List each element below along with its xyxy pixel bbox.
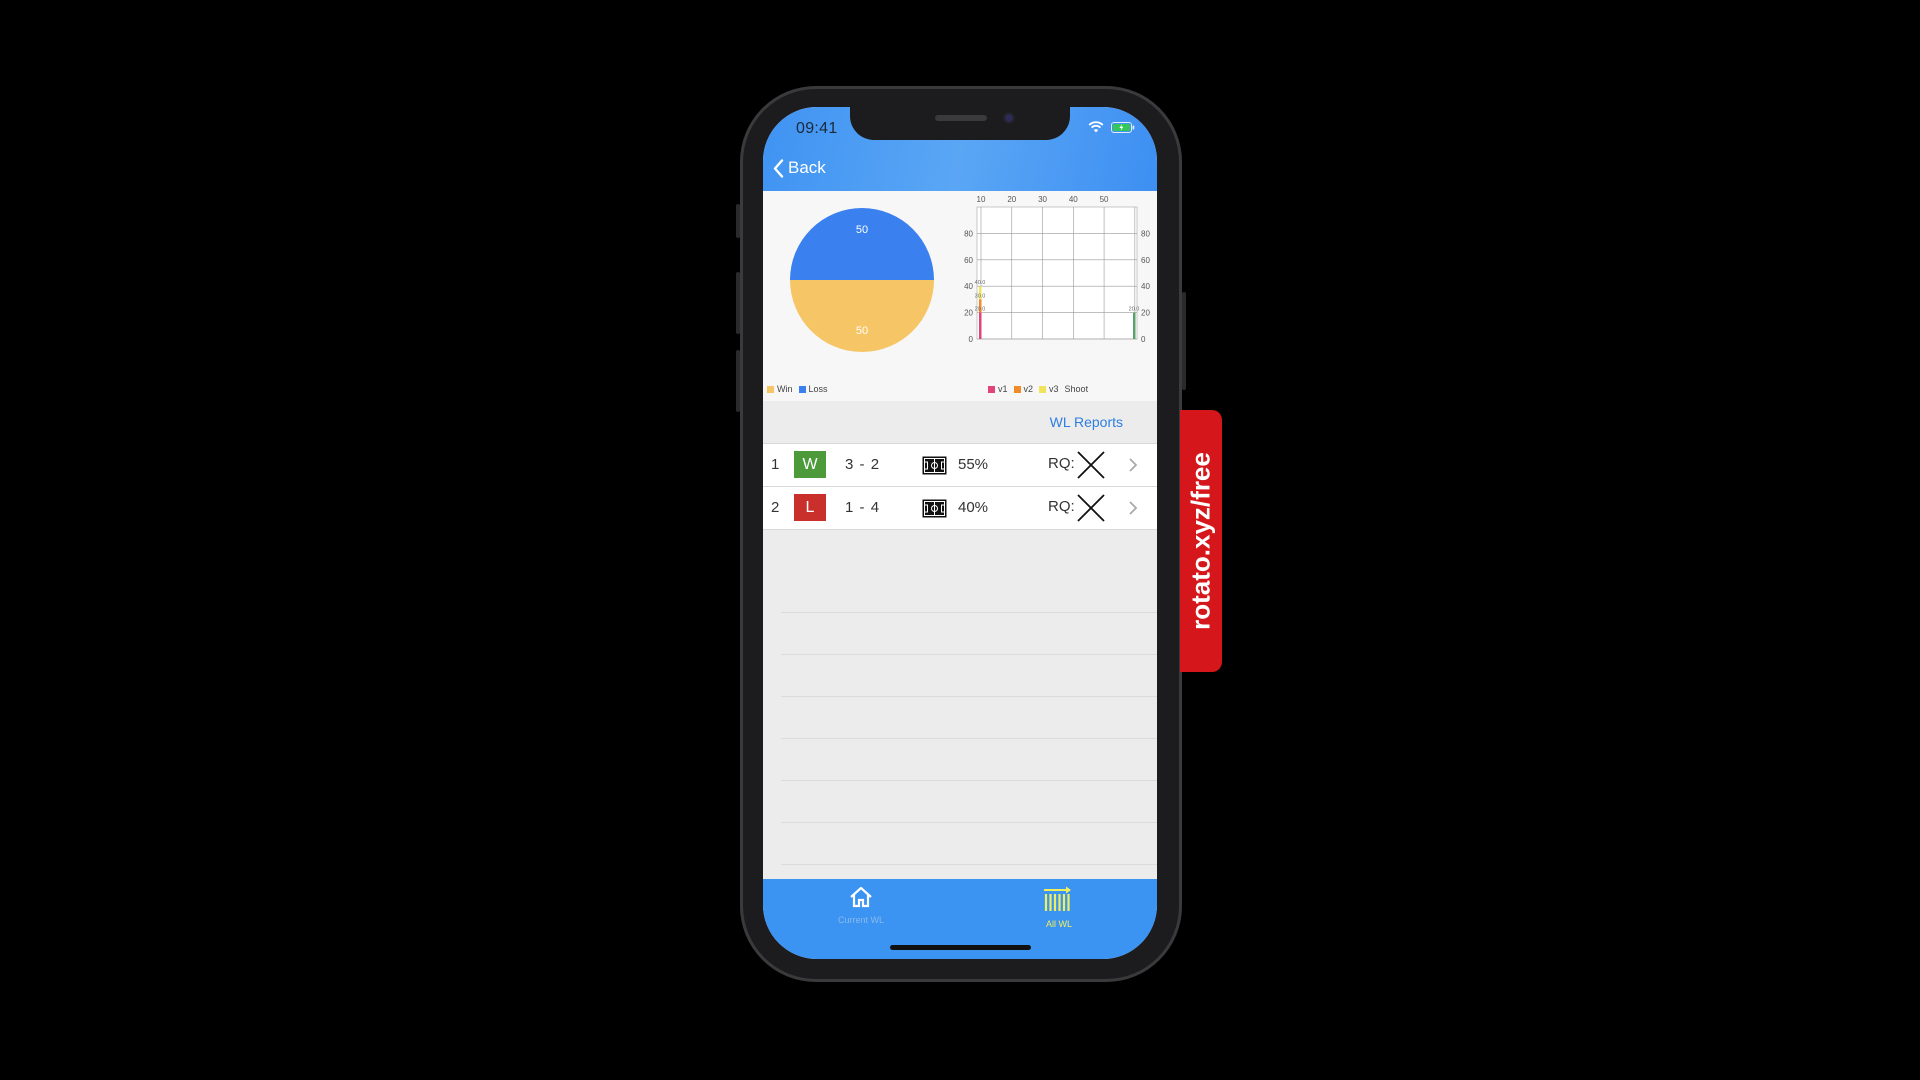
phone-screen: 09:41 Back 50 50 Win Loss 0 20 40 60 80 … [763,107,1157,959]
x-tick-top: 30 [1038,195,1047,204]
legend-item-loss: Loss [798,384,828,394]
legend-item-v1: v1 [988,384,1008,394]
rotato-watermark: rotato.xyz/free [1180,410,1222,672]
x-tick-top: 40 [1069,195,1078,204]
mute-switch [736,204,740,238]
possession-percent: 55% [958,456,989,473]
all-wl-icon [1044,886,1071,911]
empty-row [781,739,1157,781]
y-tick-left: 60 [964,256,973,265]
battery-icon [1111,122,1135,133]
bar-v1 [979,312,982,339]
bar-legend: v1 v2 v3 Shoot [988,384,1088,394]
back-label: Back [788,158,826,177]
game-score: 1 - 4 [845,499,880,516]
back-button[interactable]: Back [773,158,826,178]
legend-item-shoot: Shoot [1064,384,1089,394]
game-row-1[interactable]: 1 W 3 - 2 55% RQ: [763,443,1157,487]
empty-list-separators [781,571,1157,865]
legend-item-v3: v3 [1039,384,1059,394]
volume-up-button [736,272,740,334]
result-badge-loss: L [794,494,826,521]
bar-value-label-v3: 40.0 [975,280,986,286]
pie-label-loss: 50 [856,224,868,236]
game-index: 2 [771,499,780,516]
game-index: 1 [771,456,780,473]
y-tick-right: 40 [1141,282,1150,291]
wl-reports-link[interactable]: WL Reports [1050,414,1123,430]
watermark-text: rotato.xyz/free [1185,452,1216,630]
legend-item-v2: v2 [1013,384,1033,394]
games-list: 1 W 3 - 2 55% RQ: 2 L 1 - 4 40% RQ: [763,443,1157,530]
bar-value-label-shoot: 20.0 [1129,307,1140,313]
y-tick-right: 0 [1141,335,1146,344]
y-tick-left: 80 [964,229,973,238]
x-tick-top: 20 [1007,195,1016,204]
y-tick-left: 40 [964,282,973,291]
pie-slice-win [790,280,934,352]
pie-slice-loss [790,208,934,280]
y-tick-right: 20 [1141,309,1150,318]
chevron-right-icon [1129,458,1138,472]
tab-label-all-wl: All WL [1045,919,1072,929]
power-button [1182,292,1186,390]
close-x-icon [1077,451,1105,479]
game-row-2[interactable]: 2 L 1 - 4 40% RQ: [763,487,1157,530]
tab-label-current-wl: Current WL [837,915,884,925]
win-loss-pie-chart: 50 50 [790,208,934,352]
chevron-right-icon [1129,501,1138,515]
bar-shoot [1133,312,1136,339]
empty-row [781,781,1157,823]
soccer-field-icon [922,499,947,518]
result-badge-win: W [794,451,826,478]
charts-panel: 50 50 Win Loss 0 20 40 60 80 0 20 40 60 80 10 20 30 4… [763,191,1157,401]
tab-all-wl[interactable]: All WL [999,885,1119,929]
soccer-field-icon [922,456,947,475]
x-tick-top: 10 [977,195,986,204]
chevron-left-icon [773,158,784,178]
volume-down-button [736,350,740,412]
plot-area [976,206,1138,340]
tab-current-wl[interactable]: Current WL [801,885,921,925]
y-tick-left: 20 [964,309,973,318]
bar-value-label-v2: 30.0 [975,293,986,299]
y-tick-left: 0 [969,335,974,344]
rq-label: RQ: [1048,455,1075,472]
notch [850,107,1070,140]
pie-label-win: 50 [856,325,868,337]
status-time: 09:41 [796,120,838,137]
game-score: 3 - 2 [845,456,880,473]
y-tick-right: 80 [1141,229,1150,238]
close-x-icon [1077,494,1105,522]
empty-row [781,571,1157,613]
empty-row [781,655,1157,697]
y-tick-right: 60 [1141,256,1150,265]
legend-item-win: Win [767,384,793,394]
empty-row [781,613,1157,655]
stats-bar-chart: 0 20 40 60 80 0 20 40 60 80 10 20 30 40 50 40.0 30.0 20.0… [964,195,1150,344]
rq-label: RQ: [1048,498,1075,515]
empty-row [781,697,1157,739]
home-indicator [890,945,1031,950]
home-icon [850,886,872,908]
empty-row [781,823,1157,865]
speaker-grille [935,115,987,121]
bar-value-label-v1: 20.0 [975,307,986,313]
wifi-icon [1088,121,1104,133]
front-camera [1003,112,1015,124]
pie-legend: Win Loss [767,384,828,394]
x-tick-top: 50 [1100,195,1109,204]
possession-percent: 40% [958,499,989,516]
